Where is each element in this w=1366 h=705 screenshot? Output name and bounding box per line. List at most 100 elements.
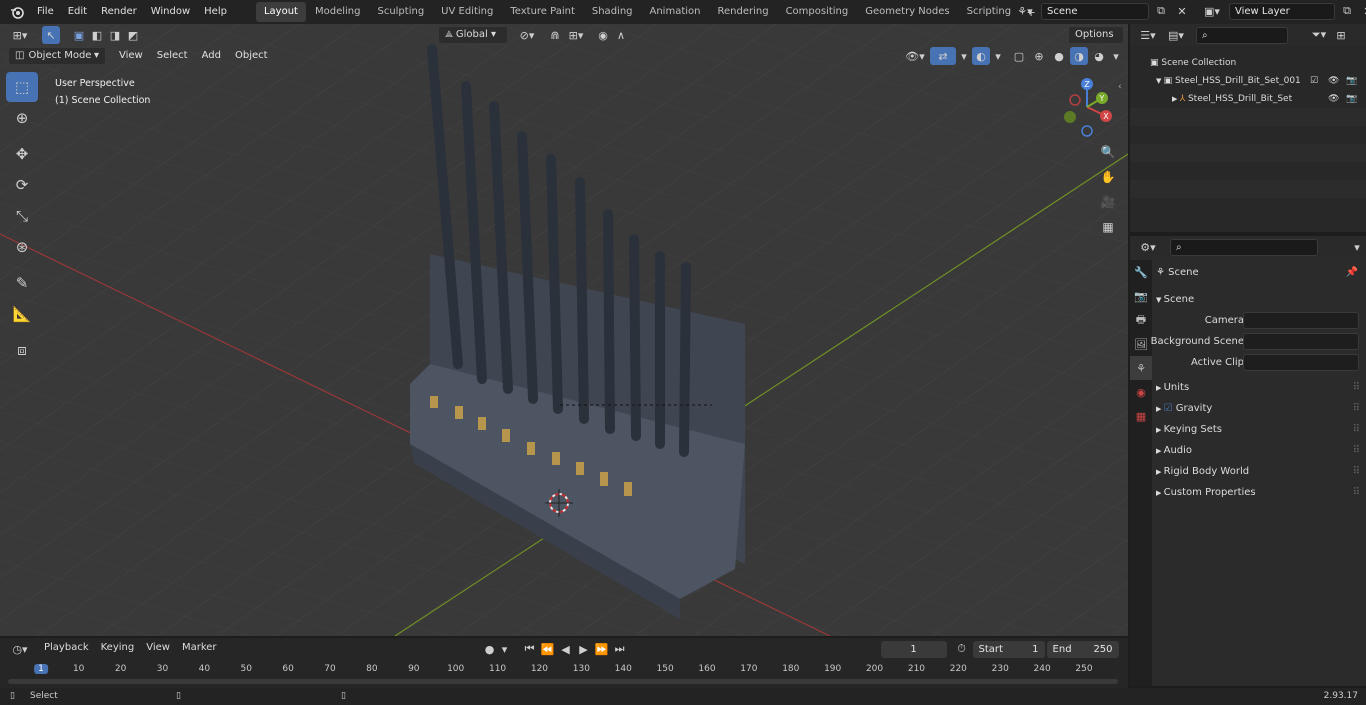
drag-handle-icon[interactable]: ⠿ <box>1353 461 1360 482</box>
property-field[interactable] <box>1243 333 1359 350</box>
tab-texture-paint[interactable]: Texture Paint <box>502 2 583 22</box>
pivot-point-icon[interactable]: ⊘▾ <box>514 26 540 44</box>
delete-view-layer-icon[interactable]: ✕ <box>1359 2 1366 20</box>
record-icon[interactable]: ● <box>481 640 499 658</box>
camera-view-icon[interactable]: 🎥 <box>1097 190 1119 214</box>
falloff-icon[interactable]: ∧ <box>612 26 630 44</box>
select-mode-subtract-icon[interactable]: ◨ <box>106 26 124 44</box>
proportional-edit-icon[interactable]: ◉ <box>594 26 612 44</box>
collapse-arrow-icon[interactable]: ▶ <box>1156 426 1164 434</box>
output-tab-icon[interactable]: 🖶 <box>1130 308 1152 332</box>
transform-orientation-dropdown[interactable]: ⟁ Global ▾ <box>438 26 508 44</box>
play-reverse-icon[interactable]: ◀ <box>557 640 575 658</box>
menu-help[interactable]: Help <box>197 0 234 24</box>
drag-handle-icon[interactable]: ⠿ <box>1353 482 1360 503</box>
mode-dropdown[interactable]: ◫ Object Mode ▾ <box>8 47 106 65</box>
panel-custom-properties[interactable]: ▶ Custom Properties ⠿ <box>1156 482 1362 503</box>
new-collection-icon[interactable]: ⊞ <box>1332 26 1350 44</box>
drag-handle-icon[interactable]: ⠿ <box>1353 419 1360 440</box>
outliner-item-collection[interactable]: ▼ ▣ Steel_HSS_Drill_Bit_Set_001 ☑ 👁 📷 <box>1130 72 1366 90</box>
overlays-toggle-icon[interactable]: ◐ <box>972 47 990 65</box>
menu-render[interactable]: Render <box>94 0 144 24</box>
drag-handle-icon[interactable]: ⠿ <box>1353 398 1360 419</box>
xray-icon[interactable]: ▢ <box>1010 47 1028 65</box>
render-camera-icon[interactable]: 📷 <box>1346 90 1357 108</box>
move-tool[interactable]: ✥ <box>6 139 38 169</box>
blender-logo-icon[interactable] <box>8 3 26 21</box>
outliner-root[interactable]: ▣ Scene Collection <box>1130 54 1366 72</box>
select-mode-new-icon[interactable]: ▣ <box>70 26 88 44</box>
jump-start-icon[interactable]: ⏮ <box>521 640 539 658</box>
panel-rigid-body-world[interactable]: ▶ Rigid Body World ⠿ <box>1156 461 1362 482</box>
properties-editor-type-icon[interactable]: ⚙▾ <box>1134 238 1162 256</box>
property-field[interactable] <box>1243 312 1359 329</box>
expand-arrow-icon[interactable]: ▼ <box>1156 77 1164 85</box>
options-dropdown[interactable]: Options ▾ <box>1068 26 1124 56</box>
cursor-tool[interactable]: ⊕ <box>6 103 38 133</box>
zoom-icon[interactable]: 🔍 <box>1097 140 1119 164</box>
select-mode-extend-icon[interactable]: ◧ <box>88 26 106 44</box>
collapse-arrow-icon[interactable]: ▶ <box>1156 405 1164 413</box>
editor-type-icon[interactable]: ⊞▾ <box>6 26 34 44</box>
rotate-tool[interactable]: ⟳ <box>6 170 38 200</box>
tab-geometry-nodes[interactable]: Geometry Nodes <box>857 2 957 22</box>
next-keyframe-icon[interactable]: ⏩ <box>593 640 611 658</box>
rendered-shading-icon[interactable]: ◕ <box>1090 47 1108 65</box>
tab-uv-editing[interactable]: UV Editing <box>433 2 501 22</box>
navigation-gizmo[interactable]: Z X Y <box>1056 76 1118 138</box>
collapse-arrow-icon[interactable]: ▶ <box>1156 384 1164 392</box>
tool-tab-icon[interactable]: 🔧 <box>1130 260 1152 284</box>
measure-tool[interactable]: 📐 <box>6 299 38 329</box>
viewport-menu-add[interactable]: Add <box>195 46 228 66</box>
display-mode-icon[interactable]: ▤▾ <box>1162 26 1190 44</box>
outliner-item-object[interactable]: ▶ ⅄ Steel_HSS_Drill_Bit_Set 👁 📷 <box>1130 90 1366 108</box>
new-view-layer-icon[interactable]: ⧉ <box>1338 2 1356 20</box>
properties-options-icon[interactable]: ▾ <box>1348 238 1366 256</box>
scale-tool[interactable]: ⤡ <box>6 201 38 231</box>
transform-tool[interactable]: ⊛ <box>6 232 38 262</box>
select-tool-icon[interactable]: ↖ <box>42 26 60 44</box>
scene-panel-header[interactable]: ▼ Scene <box>1156 289 1362 310</box>
solid-shading-icon[interactable]: ● <box>1050 47 1068 65</box>
panel-units[interactable]: ▶ Units ⠿ <box>1156 377 1362 398</box>
delete-scene-icon[interactable]: ✕ <box>1173 2 1191 20</box>
expand-arrow-icon[interactable]: ▶ <box>1172 95 1180 103</box>
timeline-menu-playback[interactable]: Playback <box>38 640 95 658</box>
tab-compositing[interactable]: Compositing <box>778 2 857 22</box>
panel-keying-sets[interactable]: ▶ Keying Sets ⠿ <box>1156 419 1362 440</box>
viewport-menu-select[interactable]: Select <box>150 46 195 66</box>
start-frame-field[interactable]: Start 1 <box>972 640 1045 658</box>
tab-modeling[interactable]: Modeling <box>307 2 369 22</box>
outliner-editor-type-icon[interactable]: ☰▾ <box>1134 26 1162 44</box>
menu-file[interactable]: File <box>30 0 61 24</box>
outliner-search-input[interactable]: ⌕ <box>1196 26 1288 44</box>
timeline-menu-keying[interactable]: Keying <box>95 640 141 658</box>
tab-sculpting[interactable]: Sculpting <box>369 2 432 22</box>
panel-audio[interactable]: ▶ Audio ⠿ <box>1156 440 1362 461</box>
property-field[interactable] <box>1243 354 1359 371</box>
pin-icon[interactable]: 📌 <box>1346 262 1358 283</box>
timeline-scrollbar[interactable] <box>8 679 1118 684</box>
scene-tab-icon[interactable]: ⚘ <box>1130 356 1152 380</box>
add-cube-tool[interactable]: ⧈ <box>6 335 38 365</box>
view-layer-tab-icon[interactable]: 🖼 <box>1130 332 1152 356</box>
pan-hand-icon[interactable]: ✋ <box>1097 165 1119 189</box>
select-box-tool[interactable]: ⬚ <box>6 72 38 102</box>
render-camera-icon[interactable]: 📷 <box>1346 72 1357 90</box>
menu-edit[interactable]: Edit <box>61 0 94 24</box>
tab-shading[interactable]: Shading <box>584 2 641 22</box>
snap-target-icon[interactable]: ⊞▾ <box>564 26 588 44</box>
select-mode-invert-icon[interactable]: ◩ <box>124 26 142 44</box>
menu-window[interactable]: Window <box>144 0 197 24</box>
keying-dropdown-icon[interactable]: ▾ <box>499 640 511 658</box>
view-layer-field[interactable]: View Layer <box>1229 2 1335 20</box>
playhead[interactable]: 1 <box>34 664 48 674</box>
perspective-toggle-icon[interactable]: ▦ <box>1097 215 1119 239</box>
collapse-arrow-icon[interactable]: ▶ <box>1156 447 1164 455</box>
viewport-menu-view[interactable]: View <box>112 46 150 66</box>
visibility-icon[interactable]: 👁▾ <box>902 47 928 65</box>
end-frame-field[interactable]: End 250 <box>1046 640 1119 658</box>
world-tab-icon[interactable]: ◉ <box>1130 380 1152 404</box>
tab-rendering[interactable]: Rendering <box>709 2 776 22</box>
play-icon[interactable]: ▶ <box>575 640 593 658</box>
